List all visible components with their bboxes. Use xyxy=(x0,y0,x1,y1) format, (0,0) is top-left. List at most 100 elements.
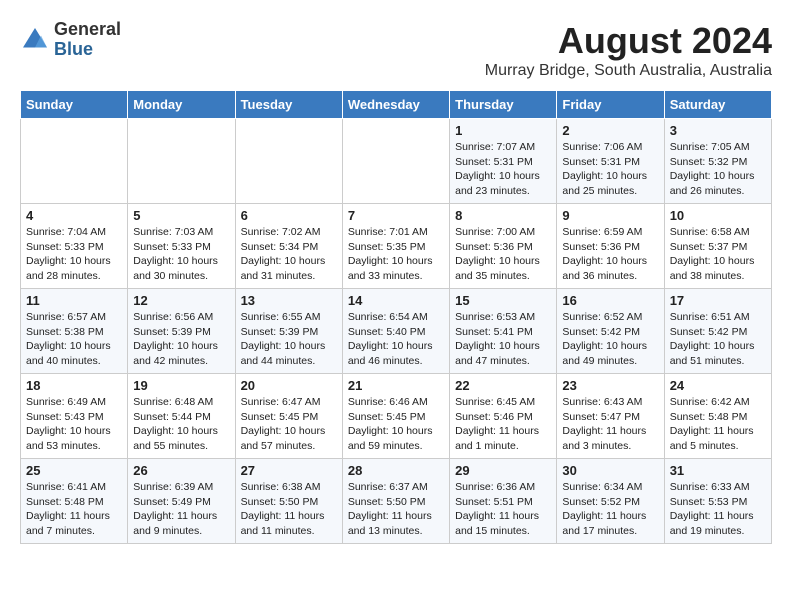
calendar-header: SundayMondayTuesdayWednesdayThursdayFrid… xyxy=(21,91,772,119)
week-row-3: 11Sunrise: 6:57 AM Sunset: 5:38 PM Dayli… xyxy=(21,289,772,374)
day-detail: Sunrise: 6:46 AM Sunset: 5:45 PM Dayligh… xyxy=(348,395,444,454)
day-number: 15 xyxy=(455,293,551,308)
calendar-cell xyxy=(21,119,128,204)
day-detail: Sunrise: 6:34 AM Sunset: 5:52 PM Dayligh… xyxy=(562,480,658,539)
week-row-4: 18 Sunrise: 6:49 AM Sunset: 5:43 PM Dayli… xyxy=(21,374,772,459)
day-detail: Sunrise: 6:38 AM Sunset: 5:50 PM Dayligh… xyxy=(241,480,337,539)
day-number: 10 xyxy=(670,208,766,223)
day-number: 21 xyxy=(348,378,444,393)
calendar-cell: 14 Sunrise: 6:54 AM Sunset: 5:40 PM Dayli… xyxy=(342,289,449,374)
calendar-cell: 24 Sunrise: 6:42 AM Sunset: 5:48 PM Dayli… xyxy=(664,374,771,459)
day-number: 14 xyxy=(348,293,444,308)
day-number: 30 xyxy=(562,463,658,478)
day-detail: Sunrise: 6:54 AM Sunset: 5:40 PM Dayligh… xyxy=(348,310,444,369)
day-detail: Sunrise: 6:42 AM Sunset: 5:48 PM Dayligh… xyxy=(670,395,766,454)
title-section: August 2024 Murray Bridge, South Austral… xyxy=(485,20,772,80)
calendar-cell: 7 Sunrise: 7:01 AM Sunset: 5:35 PM Daylig… xyxy=(342,204,449,289)
day-detail: Sunrise: 6:58 AM Sunset: 5:37 PM Dayligh… xyxy=(670,225,766,284)
calendar-cell: 17 Sunrise: 6:51 AM Sunset: 5:42 PM Dayli… xyxy=(664,289,771,374)
calendar-cell xyxy=(235,119,342,204)
week-row-1: 1 Sunrise: 7:07 AM Sunset: 5:31 PM Daylig… xyxy=(21,119,772,204)
day-number: 4 xyxy=(26,208,122,223)
column-header-friday: Friday xyxy=(557,91,664,119)
day-detail: Sunrise: 6:49 AM Sunset: 5:43 PM Dayligh… xyxy=(26,395,122,454)
column-header-saturday: Saturday xyxy=(664,91,771,119)
day-number: 26 xyxy=(133,463,229,478)
day-detail: Sunrise: 6:37 AM Sunset: 5:50 PM Dayligh… xyxy=(348,480,444,539)
calendar-cell: 11Sunrise: 6:57 AM Sunset: 5:38 PM Dayli… xyxy=(21,289,128,374)
day-number: 12 xyxy=(133,293,229,308)
day-number: 7 xyxy=(348,208,444,223)
day-number: 8 xyxy=(455,208,551,223)
day-number: 2 xyxy=(562,123,658,138)
calendar-cell: 4 Sunrise: 7:04 AM Sunset: 5:33 PM Daylig… xyxy=(21,204,128,289)
page-header: General Blue August 2024 Murray Bridge, … xyxy=(20,20,772,80)
day-detail: Sunrise: 6:47 AM Sunset: 5:45 PM Dayligh… xyxy=(241,395,337,454)
day-detail: Sunrise: 6:56 AM Sunset: 5:39 PM Dayligh… xyxy=(133,310,229,369)
day-detail: Sunrise: 7:01 AM Sunset: 5:35 PM Dayligh… xyxy=(348,225,444,284)
day-detail: Sunrise: 6:48 AM Sunset: 5:44 PM Dayligh… xyxy=(133,395,229,454)
column-header-sunday: Sunday xyxy=(21,91,128,119)
calendar-cell: 16Sunrise: 6:52 AM Sunset: 5:42 PM Dayli… xyxy=(557,289,664,374)
week-row-5: 25 Sunrise: 6:41 AM Sunset: 5:48 PM Dayli… xyxy=(21,459,772,544)
day-number: 16 xyxy=(562,293,658,308)
day-number: 17 xyxy=(670,293,766,308)
day-detail: Sunrise: 6:45 AM Sunset: 5:46 PM Dayligh… xyxy=(455,395,551,454)
calendar-cell: 31Sunrise: 6:33 AM Sunset: 5:53 PM Dayli… xyxy=(664,459,771,544)
column-header-wednesday: Wednesday xyxy=(342,91,449,119)
day-number: 18 xyxy=(26,378,122,393)
day-number: 22 xyxy=(455,378,551,393)
calendar-cell: 29 Sunrise: 6:36 AM Sunset: 5:51 PM Dayli… xyxy=(450,459,557,544)
calendar-cell: 22 Sunrise: 6:45 AM Sunset: 5:46 PM Dayli… xyxy=(450,374,557,459)
day-detail: Sunrise: 7:02 AM Sunset: 5:34 PM Dayligh… xyxy=(241,225,337,284)
day-detail: Sunrise: 7:06 AM Sunset: 5:31 PM Dayligh… xyxy=(562,140,658,199)
week-row-2: 4 Sunrise: 7:04 AM Sunset: 5:33 PM Daylig… xyxy=(21,204,772,289)
calendar-cell: 8 Sunrise: 7:00 AM Sunset: 5:36 PM Daylig… xyxy=(450,204,557,289)
calendar-cell: 19 Sunrise: 6:48 AM Sunset: 5:44 PM Dayli… xyxy=(128,374,235,459)
month-year-title: August 2024 xyxy=(485,20,772,62)
day-number: 11 xyxy=(26,293,122,308)
day-number: 1 xyxy=(455,123,551,138)
day-number: 29 xyxy=(455,463,551,478)
day-detail: Sunrise: 6:36 AM Sunset: 5:51 PM Dayligh… xyxy=(455,480,551,539)
day-detail: Sunrise: 6:41 AM Sunset: 5:48 PM Dayligh… xyxy=(26,480,122,539)
day-number: 3 xyxy=(670,123,766,138)
day-detail: Sunrise: 6:55 AM Sunset: 5:39 PM Dayligh… xyxy=(241,310,337,369)
calendar-cell: 21 Sunrise: 6:46 AM Sunset: 5:45 PM Dayli… xyxy=(342,374,449,459)
calendar-cell: 27 Sunrise: 6:38 AM Sunset: 5:50 PM Dayli… xyxy=(235,459,342,544)
day-detail: Sunrise: 7:04 AM Sunset: 5:33 PM Dayligh… xyxy=(26,225,122,284)
calendar-cell: 18 Sunrise: 6:49 AM Sunset: 5:43 PM Dayli… xyxy=(21,374,128,459)
day-number: 25 xyxy=(26,463,122,478)
calendar-cell: 15 Sunrise: 6:53 AM Sunset: 5:41 PM Dayli… xyxy=(450,289,557,374)
day-detail: Sunrise: 7:05 AM Sunset: 5:32 PM Dayligh… xyxy=(670,140,766,199)
calendar-cell: 5 Sunrise: 7:03 AM Sunset: 5:33 PM Daylig… xyxy=(128,204,235,289)
day-number: 27 xyxy=(241,463,337,478)
day-detail: Sunrise: 7:00 AM Sunset: 5:36 PM Dayligh… xyxy=(455,225,551,284)
calendar-cell xyxy=(128,119,235,204)
column-header-thursday: Thursday xyxy=(450,91,557,119)
day-number: 19 xyxy=(133,378,229,393)
day-number: 5 xyxy=(133,208,229,223)
calendar-body: 1 Sunrise: 7:07 AM Sunset: 5:31 PM Daylig… xyxy=(21,119,772,544)
calendar-cell: 6Sunrise: 7:02 AM Sunset: 5:34 PM Daylig… xyxy=(235,204,342,289)
logo-general-text: General xyxy=(54,20,121,40)
logo-text: General Blue xyxy=(54,20,121,60)
calendar-cell: 30 Sunrise: 6:34 AM Sunset: 5:52 PM Dayli… xyxy=(557,459,664,544)
day-detail: Sunrise: 6:51 AM Sunset: 5:42 PM Dayligh… xyxy=(670,310,766,369)
calendar-cell xyxy=(342,119,449,204)
day-detail: Sunrise: 6:53 AM Sunset: 5:41 PM Dayligh… xyxy=(455,310,551,369)
logo: General Blue xyxy=(20,20,121,60)
day-detail: Sunrise: 7:03 AM Sunset: 5:33 PM Dayligh… xyxy=(133,225,229,284)
day-detail: Sunrise: 7:07 AM Sunset: 5:31 PM Dayligh… xyxy=(455,140,551,199)
calendar-cell: 28Sunrise: 6:37 AM Sunset: 5:50 PM Dayli… xyxy=(342,459,449,544)
column-header-monday: Monday xyxy=(128,91,235,119)
column-header-tuesday: Tuesday xyxy=(235,91,342,119)
calendar-cell: 25 Sunrise: 6:41 AM Sunset: 5:48 PM Dayli… xyxy=(21,459,128,544)
day-number: 24 xyxy=(670,378,766,393)
logo-blue-text: Blue xyxy=(54,40,121,60)
day-number: 31 xyxy=(670,463,766,478)
day-detail: Sunrise: 6:59 AM Sunset: 5:36 PM Dayligh… xyxy=(562,225,658,284)
day-number: 9 xyxy=(562,208,658,223)
calendar-cell: 9 Sunrise: 6:59 AM Sunset: 5:36 PM Daylig… xyxy=(557,204,664,289)
calendar-cell: 26Sunrise: 6:39 AM Sunset: 5:49 PM Dayli… xyxy=(128,459,235,544)
